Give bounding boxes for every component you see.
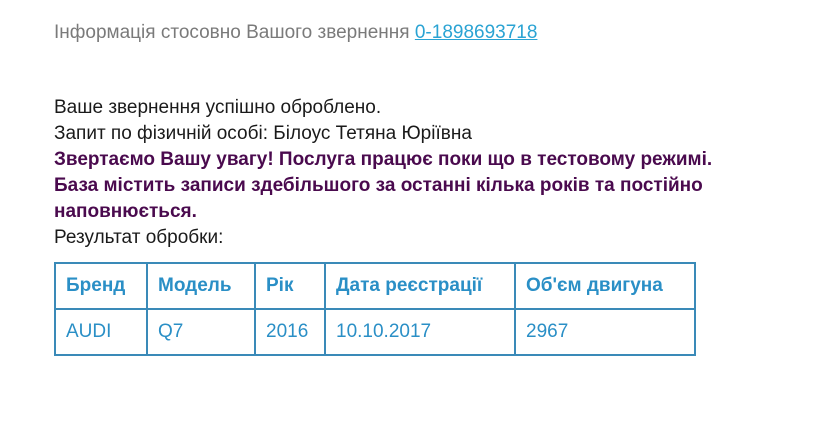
table-row: AUDI Q7 2016 10.10.2017 2967 [54,308,696,356]
success-message: Ваше звернення успішно оброблено. [54,97,382,118]
person-query-line: Запит по фізичній особі: Білоус Тетяна Ю… [54,123,472,144]
request-info-header: Інформація стосовно Вашого звернення 0-1… [54,22,537,44]
cell-brand: AUDI [54,308,148,356]
header-year: Рік [254,262,326,310]
cell-model: Q7 [146,308,256,356]
result-content: Ваше звернення успішно оброблено. Запит … [54,95,754,251]
header-engine-volume: Об'єм двигуна [514,262,696,310]
results-table: Бренд Модель Рік Дата реєстрації Об'єм д… [54,262,696,356]
header-registration-date: Дата реєстрації [324,262,516,310]
result-label: Результат обробки: [54,227,224,248]
cell-engine-volume: 2967 [514,308,696,356]
test-mode-notice: Звертаємо Вашу увагу! Послуга працює пок… [54,149,713,222]
cell-year: 2016 [254,308,326,356]
request-info-text: Інформація стосовно Вашого звернення [54,22,415,43]
request-number-link[interactable]: 0-1898693718 [415,22,538,43]
header-brand: Бренд [54,262,148,310]
header-model: Модель [146,262,256,310]
cell-registration-date: 10.10.2017 [324,308,516,356]
page: Інформація стосовно Вашого звернення 0-1… [0,0,813,434]
table-header-row: Бренд Модель Рік Дата реєстрації Об'єм д… [54,262,696,310]
